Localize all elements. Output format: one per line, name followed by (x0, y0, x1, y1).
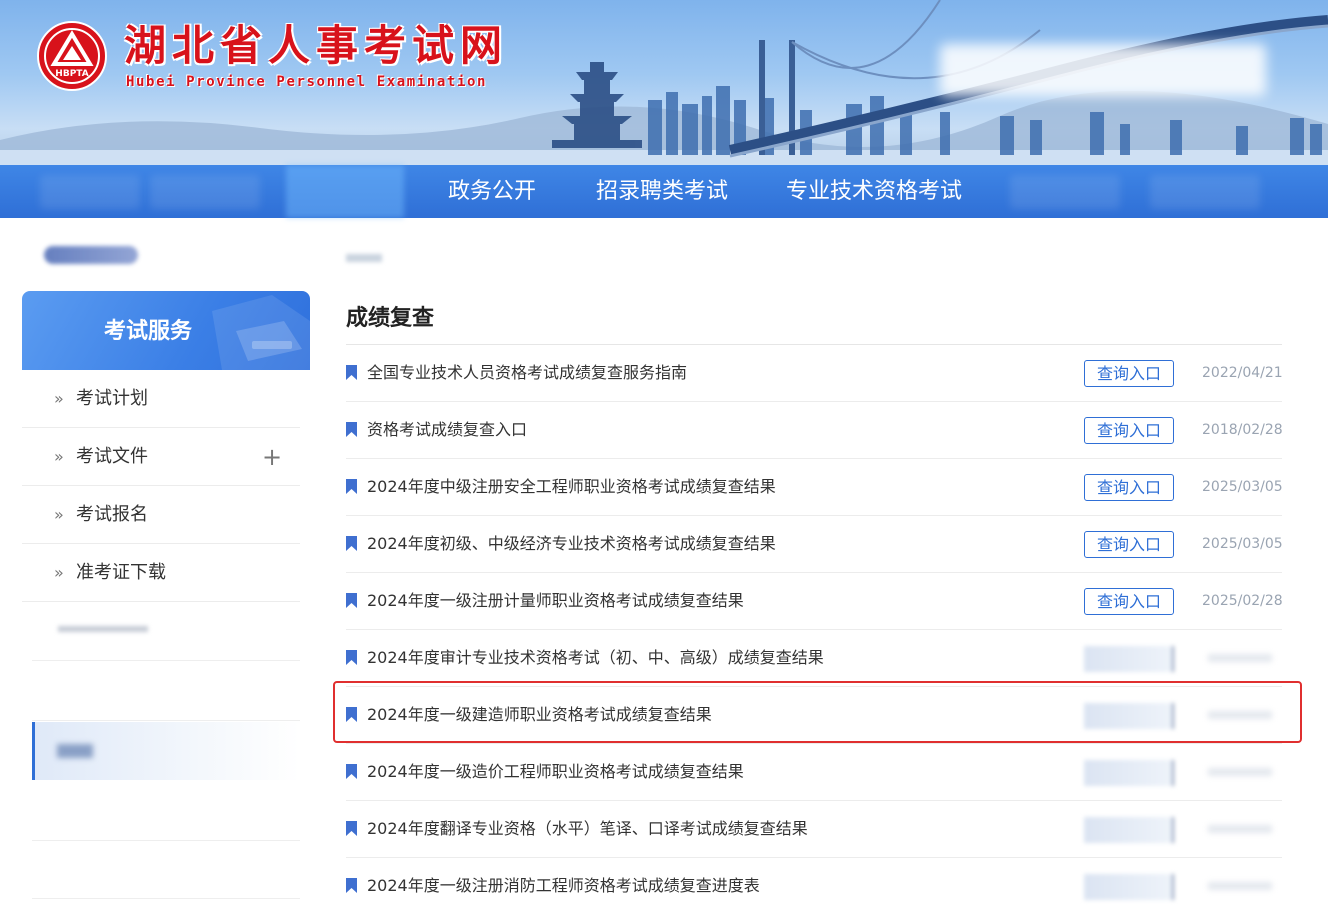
double-chevron-right-icon: » (54, 505, 64, 524)
site-banner: HBPTA 湖北省人事考试网 Hubei Province Personnel … (0, 0, 1328, 165)
sidebar-heading: 考试服务 (103, 319, 192, 344)
list-item[interactable]: 2024年度一级注册消防工程师资格考试成绩复查进度表 (346, 858, 1282, 908)
double-chevron-right-icon: » (54, 447, 64, 466)
sidebar-item-active-blurred[interactable] (32, 722, 300, 780)
list-item-title-link[interactable]: 2024年度审计专业技术资格考试（初、中、高级）成绩复查结果 (367, 630, 824, 686)
list-item-title-link[interactable]: 2024年度初级、中级经济专业技术资格考试成绩复查结果 (367, 516, 776, 572)
double-chevron-right-icon: » (54, 389, 64, 408)
blurred-query-button[interactable] (1084, 874, 1174, 900)
list-item[interactable]: 2024年度审计专业技术资格考试（初、中、高级）成绩复查结果 (346, 630, 1282, 687)
query-entry-button[interactable]: 查询入口 (1084, 360, 1174, 387)
query-entry-button[interactable]: 查询入口 (1084, 531, 1174, 558)
sidebar-item-label: 考试文件 (76, 446, 148, 467)
list-item-title-link[interactable]: 2024年度中级注册安全工程师职业资格考试成绩复查结果 (367, 459, 776, 515)
query-entry-button[interactable]: 查询入口 (1084, 417, 1174, 444)
blurred-breadcrumb (346, 254, 382, 262)
double-chevron-right-icon: » (54, 563, 64, 582)
list-item[interactable]: 2024年度初级、中级经济专业技术资格考试成绩复查结果 查询入口 2025/03/0… (346, 516, 1283, 573)
list-item-title-link[interactable]: 2024年度翻译专业资格（水平）笔译、口译考试成绩复查结果 (367, 801, 808, 857)
blurred-publish-date (1208, 711, 1272, 719)
bookmark-flag-icon (346, 707, 357, 722)
site-title: 湖北省人事考试网 (124, 21, 509, 70)
sidebar-item-exam-documents[interactable]: » 考试文件 + (22, 428, 300, 486)
list-item-title-link[interactable]: 2024年度一级造价工程师职业资格考试成绩复查结果 (367, 744, 744, 800)
sidebar-item-label: 考试报名 (76, 504, 148, 525)
bookmark-flag-icon (346, 764, 357, 779)
list-item[interactable]: 2024年度一级注册计量师职业资格考试成绩复查结果 查询入口 2025/02/28 (346, 573, 1283, 630)
blurred-publish-date (1208, 654, 1272, 662)
list-item[interactable]: 2024年度翻译专业资格（水平）笔译、口译考试成绩复查结果 (346, 801, 1282, 858)
list-item-title-link[interactable]: 资格考试成绩复查入口 (367, 402, 527, 458)
expand-plus-icon[interactable]: + (262, 428, 282, 486)
emblem-text: HBPTA (55, 69, 88, 79)
bookmark-flag-icon (346, 650, 357, 665)
nav-item-active-blurred[interactable] (286, 165, 404, 218)
publish-date: 2025/03/05 (1202, 536, 1283, 552)
publish-date: 2022/04/21 (1202, 365, 1283, 381)
publish-date: 2025/03/05 (1202, 479, 1283, 495)
bookmark-flag-icon (346, 878, 357, 893)
bookmark-flag-icon (346, 593, 357, 608)
list-item[interactable]: 2024年度一级建造师职业资格考试成绩复查结果 (346, 687, 1282, 744)
sidebar-item-label: 考试计划 (76, 388, 148, 409)
sidebar-item-admission-ticket-download[interactable]: » 准考证下载 (22, 544, 300, 602)
list-item-title-link[interactable]: 2024年度一级建造师职业资格考试成绩复查结果 (367, 687, 712, 743)
hbpta-emblem-icon: HBPTA (37, 21, 107, 91)
blurred-banner-region (940, 44, 1266, 96)
sidebar-divider (32, 660, 300, 661)
blurred-query-button[interactable] (1084, 703, 1174, 729)
publish-date: 2018/02/28 (1202, 422, 1283, 438)
main-nav: 政务公开 招录聘类考试 专业技术资格考试 (0, 165, 1328, 218)
blurred-query-button[interactable] (1084, 760, 1174, 786)
list-item-title-link[interactable]: 2024年度一级注册消防工程师资格考试成绩复查进度表 (367, 858, 760, 908)
blurred-publish-date (1208, 882, 1272, 890)
blurred-sidebar-item[interactable] (58, 626, 148, 632)
query-entry-button[interactable]: 查询入口 (1084, 474, 1174, 501)
blurred-query-button[interactable] (1084, 817, 1174, 843)
bookmark-flag-icon (346, 422, 357, 437)
list-item-title-link[interactable]: 2024年度一级注册计量师职业资格考试成绩复查结果 (367, 573, 744, 629)
sidebar-item-exam-plan[interactable]: » 考试计划 (22, 370, 300, 428)
list-item-title-link[interactable]: 全国专业技术人员资格考试成绩复查服务指南 (367, 345, 687, 401)
site-subtitle: Hubei Province Personnel Examination (126, 74, 488, 90)
bookmark-flag-icon (346, 479, 357, 494)
nav-item-government-affairs[interactable]: 政务公开 (448, 165, 536, 218)
bookmark-flag-icon (346, 536, 357, 551)
blurred-sidebar-label (57, 744, 93, 758)
publish-date: 2025/02/28 (1202, 593, 1283, 609)
blurred-nav-item (40, 175, 140, 209)
bookmark-flag-icon (346, 365, 357, 380)
nav-item-professional-qualification-exams[interactable]: 专业技术资格考试 (786, 165, 962, 218)
blurred-publish-date (1208, 768, 1272, 776)
blurred-publish-date (1208, 825, 1272, 833)
nav-item-recruitment-exams[interactable]: 招录聘类考试 (596, 165, 728, 218)
list-item[interactable]: 2024年度中级注册安全工程师职业资格考试成绩复查结果 查询入口 2025/03/0… (346, 459, 1283, 516)
blurred-nav-item (1150, 175, 1260, 209)
sidebar-header: 考试服务 (22, 291, 310, 370)
sidebar-divider (32, 840, 300, 841)
blurred-query-button[interactable] (1084, 646, 1174, 672)
sidebar-item-label: 准考证下载 (76, 562, 166, 583)
list-item[interactable]: 资格考试成绩复查入口 查询入口 2018/02/28 (346, 402, 1283, 459)
blurred-nav-item (150, 175, 260, 209)
section-title: 成绩复查 (346, 306, 435, 331)
list-item[interactable]: 全国专业技术人员资格考试成绩复查服务指南 查询入口 2022/04/21 (346, 345, 1283, 402)
list-item[interactable]: 2024年度一级造价工程师职业资格考试成绩复查结果 (346, 744, 1282, 801)
sidebar-item-exam-registration[interactable]: » 考试报名 (22, 486, 300, 544)
sidebar-divider (32, 720, 300, 721)
bookmark-flag-icon (346, 821, 357, 836)
query-entry-button[interactable]: 查询入口 (1084, 588, 1174, 615)
blurred-location-logo (44, 246, 138, 264)
blurred-nav-item (1010, 175, 1120, 209)
sidebar-divider (32, 898, 300, 899)
